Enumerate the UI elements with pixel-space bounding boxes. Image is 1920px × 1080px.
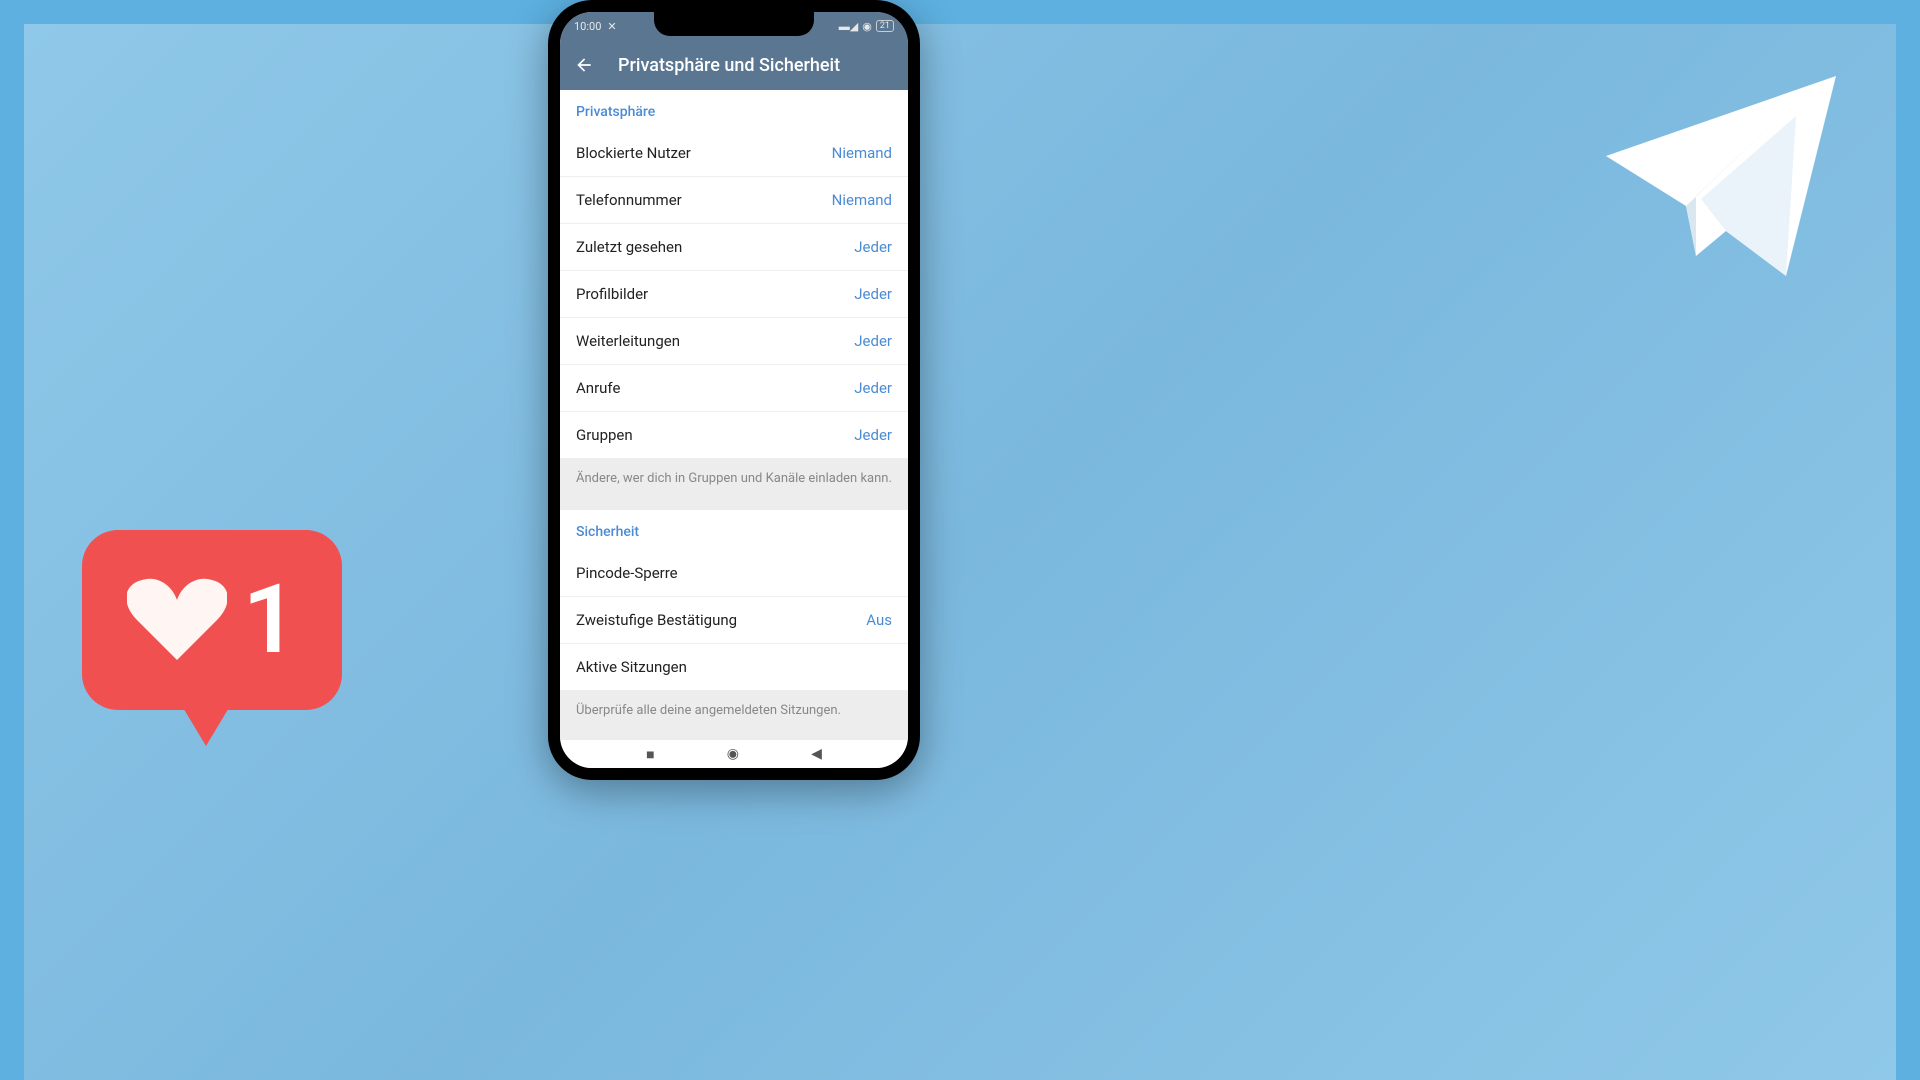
row-value: Jeder (854, 332, 892, 350)
section-spacer (560, 498, 908, 510)
row-blocked-users[interactable]: Blockierte Nutzer Niemand (560, 130, 908, 177)
arrow-left-icon (574, 55, 594, 75)
row-label: Gruppen (576, 426, 633, 444)
like-count: 1 (243, 564, 298, 676)
phone-mockup: 10:00 ✕ ▬◢ ◉ 21 Privatsphäre und Sicherh… (548, 0, 920, 780)
row-two-step[interactable]: Zweistufige Bestätigung Aus (560, 597, 908, 644)
row-label: Telefonnummer (576, 191, 682, 209)
like-notification-bubble: 1 (82, 530, 342, 758)
privacy-footer: Ändere, wer dich in Gruppen und Kanäle e… (560, 459, 908, 498)
row-value: Jeder (854, 238, 892, 256)
battery-icon: 21 (876, 20, 894, 32)
mute-icon: ✕ (607, 20, 616, 33)
phone-notch (654, 12, 814, 36)
row-label: Zuletzt gesehen (576, 238, 682, 256)
row-label: Aktive Sitzungen (576, 658, 687, 676)
row-groups[interactable]: Gruppen Jeder (560, 412, 908, 459)
nav-recent-icon[interactable]: ■ (646, 746, 654, 763)
row-last-seen[interactable]: Zuletzt gesehen Jeder (560, 224, 908, 271)
page-title: Privatsphäre und Sicherheit (618, 55, 840, 76)
row-active-sessions[interactable]: Aktive Sitzungen (560, 644, 908, 691)
nav-home-icon[interactable]: ◉ (727, 746, 739, 762)
settings-content[interactable]: Privatsphäre Blockierte Nutzer Niemand T… (560, 90, 908, 740)
app-header: Privatsphäre und Sicherheit (560, 40, 908, 90)
wifi-icon: ◉ (862, 20, 872, 33)
row-phone-number[interactable]: Telefonnummer Niemand (560, 177, 908, 224)
back-button[interactable] (574, 55, 594, 75)
system-nav-bar: ■ ◉ ◀ (560, 740, 908, 768)
telegram-logo-icon (1586, 56, 1848, 288)
row-label: Profilbilder (576, 285, 648, 303)
nav-back-icon[interactable]: ◀ (811, 746, 822, 762)
row-label: Weiterleitungen (576, 332, 680, 350)
row-label: Pincode-Sperre (576, 564, 678, 582)
row-value: Jeder (854, 426, 892, 444)
security-footer: Überprüfe alle deine angemeldeten Sitzun… (560, 691, 908, 730)
row-value: Jeder (854, 379, 892, 397)
row-value: Aus (866, 611, 892, 629)
security-section-header: Sicherheit (560, 510, 908, 550)
status-time: 10:00 (574, 20, 601, 33)
row-forwarded[interactable]: Weiterleitungen Jeder (560, 318, 908, 365)
row-label: Anrufe (576, 379, 620, 397)
row-profile-photos[interactable]: Profilbilder Jeder (560, 271, 908, 318)
row-value: Niemand (832, 144, 892, 162)
row-passcode[interactable]: Pincode-Sperre (560, 550, 908, 597)
row-calls[interactable]: Anrufe Jeder (560, 365, 908, 412)
signal-icon: ▬◢ (839, 20, 858, 33)
row-label: Blockierte Nutzer (576, 144, 691, 162)
section-spacer (560, 730, 908, 740)
row-label: Zweistufige Bestätigung (576, 611, 737, 629)
row-value: Niemand (832, 191, 892, 209)
heart-icon (127, 575, 227, 665)
privacy-section-header: Privatsphäre (560, 90, 908, 130)
row-value: Jeder (854, 285, 892, 303)
